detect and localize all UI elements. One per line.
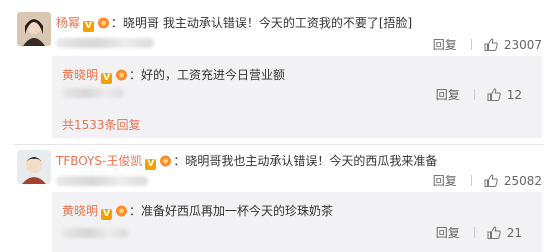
verified-icon: V bbox=[83, 21, 95, 32]
reply-button[interactable]: 回复 bbox=[436, 226, 460, 240]
comment-text: ：晓明哥 我主动承认错误！今天的工资我的不要了[捂脸] bbox=[111, 16, 413, 30]
divider bbox=[473, 89, 475, 100]
thumbs-up-icon[interactable] bbox=[484, 38, 498, 51]
verified-icon: V bbox=[145, 159, 157, 170]
like-count: 23007 bbox=[503, 38, 542, 52]
commenter-name[interactable]: 杨幂 bbox=[56, 16, 80, 30]
like-count: 21 bbox=[506, 226, 522, 240]
blurred-timestamp bbox=[62, 228, 128, 238]
commenter-name[interactable]: TFBOYS-王俊凯 bbox=[56, 154, 142, 168]
blurred-timestamp bbox=[56, 38, 154, 48]
reply-button[interactable]: 回复 bbox=[436, 88, 460, 102]
like-count: 25082 bbox=[503, 174, 542, 188]
comment-actions: 回复 23007 bbox=[433, 36, 542, 53]
sub-reply-box: 黄晓明 V ：好的，工资充进今日营业额 回复 12 共1533条回复 bbox=[52, 56, 542, 138]
fan-badge-icon bbox=[98, 17, 110, 29]
avatar[interactable] bbox=[17, 12, 51, 46]
reply-button[interactable]: 回复 bbox=[433, 38, 457, 52]
fan-badge-icon bbox=[116, 205, 128, 217]
thumbs-up-icon[interactable] bbox=[487, 88, 501, 101]
reply-button[interactable]: 回复 bbox=[433, 174, 457, 188]
reply-text: ：好的，工资充进今日营业额 bbox=[129, 68, 286, 82]
more-replies-link[interactable]: 共1533条回复 bbox=[62, 116, 141, 133]
blurred-timestamp bbox=[56, 176, 148, 186]
fan-badge-icon bbox=[160, 155, 172, 167]
divider bbox=[14, 144, 544, 145]
divider bbox=[470, 175, 472, 186]
reply-author-name[interactable]: 黄晓明 bbox=[62, 68, 98, 82]
verified-icon: V bbox=[101, 73, 113, 84]
thumbs-up-icon[interactable] bbox=[484, 174, 498, 187]
fan-badge-icon bbox=[116, 69, 128, 81]
comment-item: 杨幂 V ：晓明哥 我主动承认错误！今天的工资我的不要了[捂脸] 回复 23007 黄… bbox=[0, 0, 554, 146]
reply-author-name[interactable]: 黄晓明 bbox=[62, 204, 98, 218]
reply-actions: 回复 12 bbox=[436, 86, 522, 103]
comment-actions: 回复 25082 bbox=[433, 172, 542, 189]
comment-text: ：晓明哥我也主动承认错误！今天的西瓜我来准备 bbox=[173, 154, 438, 168]
reply-text: ：准备好西瓜再加一杯今天的珍珠奶茶 bbox=[129, 204, 334, 218]
avatar[interactable] bbox=[17, 150, 51, 184]
divider bbox=[470, 39, 472, 50]
reply-actions: 回复 21 bbox=[436, 224, 522, 241]
verified-icon: V bbox=[101, 209, 113, 220]
comment-item: TFBOYS-王俊凯 V ：晓明哥我也主动承认错误！今天的西瓜我来准备 回复 2508… bbox=[0, 146, 554, 252]
thumbs-up-icon[interactable] bbox=[487, 226, 501, 239]
divider bbox=[473, 227, 475, 238]
blurred-timestamp bbox=[62, 88, 124, 98]
like-count: 12 bbox=[506, 88, 522, 102]
sub-reply-box: 黄晓明 V ：准备好西瓜再加一杯今天的珍珠奶茶 回复 21 bbox=[52, 192, 542, 252]
